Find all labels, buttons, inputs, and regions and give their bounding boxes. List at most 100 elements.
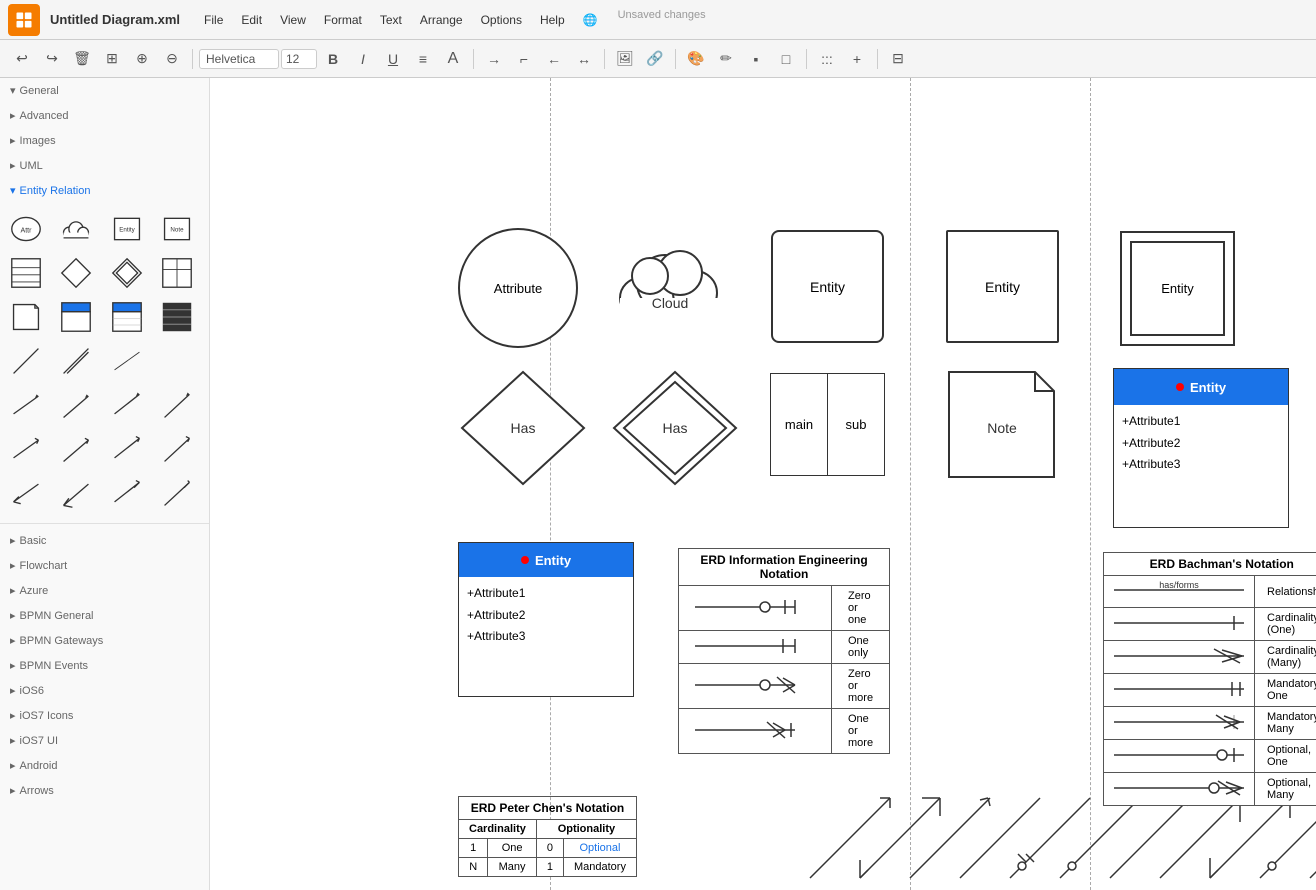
menu-help[interactable]: Help xyxy=(532,9,573,31)
menu-options[interactable]: Options xyxy=(473,9,530,31)
fit-page-button[interactable]: ⊞ xyxy=(98,45,126,73)
shape-arrow-line-4[interactable] xyxy=(157,385,197,425)
sidebar-section-general[interactable]: ▾ General xyxy=(0,78,209,103)
menu-view[interactable]: View xyxy=(272,9,314,31)
shape-arrow-line-2[interactable] xyxy=(56,385,96,425)
shape-crow-1[interactable] xyxy=(6,473,46,513)
shape-fork-4[interactable] xyxy=(157,429,197,469)
delete-button[interactable]: 🗑 xyxy=(68,45,96,73)
one-or-more-symbol xyxy=(695,720,815,740)
zoom-in-button[interactable]: ⊕ xyxy=(128,45,156,73)
diamond-has-1[interactable]: Has xyxy=(458,368,588,488)
sidebar-section-bpmn-gateways[interactable]: ▸ BPMN Gateways xyxy=(0,628,209,653)
align-button[interactable]: ≡ xyxy=(409,45,437,73)
globe-icon[interactable]: 🌐 xyxy=(575,9,606,31)
sidebar-section-ios7-icons[interactable]: ▸ iOS7 Icons xyxy=(0,703,209,728)
shape-entity-note[interactable]: Note xyxy=(157,209,197,249)
grid-button[interactable]: ::: xyxy=(813,45,841,73)
fill-style-button[interactable]: ▪ xyxy=(742,45,770,73)
elbow-button[interactable]: ⌐ xyxy=(510,45,538,73)
blue-entity-2[interactable]: Entity +Attribute1 +Attribute2 +Attribut… xyxy=(458,542,634,697)
sidebar-section-ios7-ui[interactable]: ▸ iOS7 UI xyxy=(0,728,209,753)
shape-note-single[interactable] xyxy=(6,297,46,337)
menu-edit[interactable]: Edit xyxy=(233,9,270,31)
add-button[interactable]: + xyxy=(843,45,871,73)
shape-entity-split[interactable] xyxy=(157,253,197,293)
attribute-shape[interactable]: Attribute xyxy=(458,228,578,348)
entity-box-double-wrapper[interactable]: Entity xyxy=(1120,231,1235,346)
arrow-right-button[interactable]: → xyxy=(480,45,508,73)
split-entity[interactable]: main sub xyxy=(770,373,885,476)
entity-dot-icon xyxy=(1176,383,1184,391)
italic-button[interactable]: I xyxy=(349,45,377,73)
shape-diamond-single[interactable] xyxy=(56,253,96,293)
redo-button[interactable]: ↪ xyxy=(38,45,66,73)
shape-crow-2[interactable] xyxy=(56,473,96,513)
arrow-left-button[interactable]: ← xyxy=(540,45,568,73)
shape-cloud[interactable] xyxy=(56,209,96,249)
shape-fork-2[interactable] xyxy=(56,429,96,469)
font-selector[interactable]: Helvetica xyxy=(199,49,279,69)
sidebar-section-entity-relation[interactable]: ▾ Entity Relation xyxy=(0,178,209,203)
sidebar-section-android[interactable]: ▸ Android xyxy=(0,753,209,778)
ie-table-title: ERD Information Engineering Notation xyxy=(678,548,890,585)
sidebar-section-arrows[interactable]: ▸ Arrows xyxy=(0,778,209,803)
link-button[interactable]: 🔗 xyxy=(641,45,669,73)
arrow-both-button[interactable]: ↔ xyxy=(570,45,598,73)
sidebar-section-images[interactable]: ▸ Images xyxy=(0,128,209,153)
entity-box-2[interactable]: Entity xyxy=(946,230,1059,343)
shape-attribute[interactable]: Attr xyxy=(6,209,46,249)
shape-fork-1[interactable] xyxy=(6,429,46,469)
shape-line-empty[interactable] xyxy=(157,341,197,381)
sidebar-section-ios6[interactable]: ▸ iOS6 xyxy=(0,678,209,703)
canvas-area[interactable]: Attribute Cloud Entity E xyxy=(210,78,1316,890)
attribute-label: Attribute xyxy=(494,281,542,296)
shape-line-diagonal-2[interactable] xyxy=(56,341,96,381)
sidebar-section-uml[interactable]: ▸ UML xyxy=(0,153,209,178)
shape-line-diagonal-1[interactable] xyxy=(6,341,46,381)
shape-fork-3[interactable] xyxy=(107,429,147,469)
sidebar-section-flowchart[interactable]: ▸ Flowchart xyxy=(0,553,209,578)
line-color-button[interactable]: ✏ xyxy=(712,45,740,73)
fontsize-a-button[interactable]: A xyxy=(439,45,467,73)
shape-entity-plain[interactable]: Entity xyxy=(107,209,147,249)
menu-arrange[interactable]: Arrange xyxy=(412,9,471,31)
underline-button[interactable]: U xyxy=(379,45,407,73)
image-button[interactable]: 🖼 xyxy=(611,45,639,73)
shape-arrow-line-3[interactable] xyxy=(107,385,147,425)
font-size-input[interactable]: 12 xyxy=(281,49,317,69)
document-title: Untitled Diagram.xml xyxy=(50,12,180,27)
toolbar-separator-1 xyxy=(192,49,193,69)
blue-entity-1[interactable]: Entity +Attribute1 +Attribute2 +Attribut… xyxy=(1113,368,1289,528)
sidebar-section-bpmn-general[interactable]: ▸ BPMN General xyxy=(0,603,209,628)
menu-text[interactable]: Text xyxy=(372,9,410,31)
menu-file[interactable]: File xyxy=(196,9,231,31)
shape-entity-blue-2[interactable] xyxy=(107,297,147,337)
entity-box-1[interactable]: Entity xyxy=(771,230,884,343)
diamond-has-2[interactable]: Has xyxy=(610,368,740,488)
cardinality-header: Cardinality xyxy=(459,820,537,839)
shape-line-thin[interactable] xyxy=(107,341,147,381)
shape-entity-table[interactable] xyxy=(6,253,46,293)
shape-entity-blue[interactable] xyxy=(56,297,96,337)
shape-diamond-double[interactable] xyxy=(107,253,147,293)
shape-lines-dark[interactable] xyxy=(157,297,197,337)
grid-line-2 xyxy=(910,78,911,890)
sidebar-section-azure[interactable]: ▸ Azure xyxy=(0,578,209,603)
bold-button[interactable]: B xyxy=(319,45,347,73)
panel-button[interactable]: ⊟ xyxy=(884,45,912,73)
menu-format[interactable]: Format xyxy=(316,9,370,31)
shape-crow-3[interactable] xyxy=(107,473,147,513)
canvas[interactable]: Attribute Cloud Entity E xyxy=(210,78,1316,890)
undo-button[interactable]: ↩ xyxy=(8,45,36,73)
cloud-shape[interactable]: Cloud xyxy=(610,228,730,338)
shape-crow-4[interactable] xyxy=(157,473,197,513)
shape-arrow-line-1[interactable] xyxy=(6,385,46,425)
sidebar-section-bpmn-events[interactable]: ▸ BPMN Events xyxy=(0,653,209,678)
fill-color-button[interactable]: 🎨 xyxy=(682,45,710,73)
line-style-button[interactable]: □ xyxy=(772,45,800,73)
sidebar-section-basic[interactable]: ▸ Basic xyxy=(0,528,209,553)
zoom-out-button[interactable]: ⊖ xyxy=(158,45,186,73)
sidebar-section-advanced[interactable]: ▸ Advanced xyxy=(0,103,209,128)
note-shape[interactable]: Note xyxy=(945,368,1058,481)
